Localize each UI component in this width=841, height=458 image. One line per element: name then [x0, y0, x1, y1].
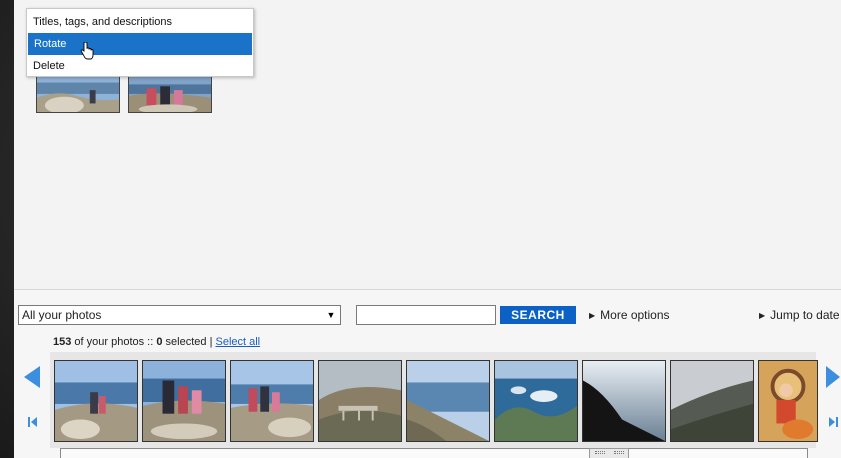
- menu-item-titles-tags-descriptions[interactable]: Titles, tags, and descriptions: [27, 11, 253, 33]
- photo-strip-scrollbar[interactable]: [60, 448, 808, 458]
- grip-icon: [595, 451, 605, 454]
- photo-thumbnail[interactable]: [142, 360, 226, 442]
- search-button[interactable]: SEARCH: [500, 306, 576, 324]
- selection-status: 153 of your photos :: 0 selected | Selec…: [53, 336, 260, 348]
- scrollbar-thumb[interactable]: [589, 448, 629, 458]
- arrow-left-icon[interactable]: [24, 366, 40, 388]
- photo-filter-select[interactable]: All your photos ▼: [18, 305, 341, 325]
- grip-icon: [614, 451, 624, 454]
- more-options-link[interactable]: ▶ More options: [589, 308, 670, 322]
- photo-thumbnail[interactable]: [318, 360, 402, 442]
- menu-item-delete[interactable]: Delete: [27, 55, 253, 77]
- photo-thumbnail[interactable]: [230, 360, 314, 442]
- photo-thumbnail[interactable]: [582, 360, 666, 442]
- photo-filter-value: All your photos: [22, 308, 102, 322]
- selected-suffix: selected |: [162, 336, 216, 348]
- search-input[interactable]: [356, 305, 496, 325]
- chevron-down-icon[interactable]: ▼: [324, 308, 338, 322]
- triangle-right-icon: ▶: [759, 311, 766, 320]
- batch-actions-menu: Titles, tags, and descriptions Rotate De…: [26, 8, 254, 77]
- skip-first-icon[interactable]: [28, 416, 38, 428]
- skip-last-icon[interactable]: [828, 416, 838, 428]
- jump-to-date-link[interactable]: ▶ Jump to date: [759, 308, 840, 322]
- arrow-right-icon[interactable]: [826, 366, 840, 388]
- photo-strip: [50, 352, 818, 448]
- jump-to-date-label: Jump to date: [770, 308, 840, 322]
- photo-thumbnail[interactable]: [406, 360, 490, 442]
- photo-thumbnail[interactable]: [670, 360, 754, 442]
- photo-count-suffix: of your photos ::: [71, 336, 157, 348]
- batch-photo-thumbnail[interactable]: [128, 72, 212, 113]
- organizer-app: Titles, tags, and descriptions Rotate De…: [14, 0, 841, 458]
- triangle-right-icon: ▶: [589, 311, 596, 320]
- photo-thumbnail[interactable]: [758, 360, 818, 442]
- photo-thumbnail[interactable]: [494, 360, 578, 442]
- menu-item-rotate[interactable]: Rotate: [28, 33, 252, 55]
- more-options-label: More options: [600, 308, 670, 322]
- select-all-link[interactable]: Select all: [215, 336, 260, 348]
- photo-count: 153: [53, 336, 72, 348]
- batch-photo-thumbnail[interactable]: [36, 72, 120, 113]
- hand-pointer-icon: [80, 42, 94, 60]
- photo-thumbnail[interactable]: [54, 360, 138, 442]
- find-photos-panel: All your photos ▼ SEARCH ▶ More options ▶…: [14, 290, 841, 458]
